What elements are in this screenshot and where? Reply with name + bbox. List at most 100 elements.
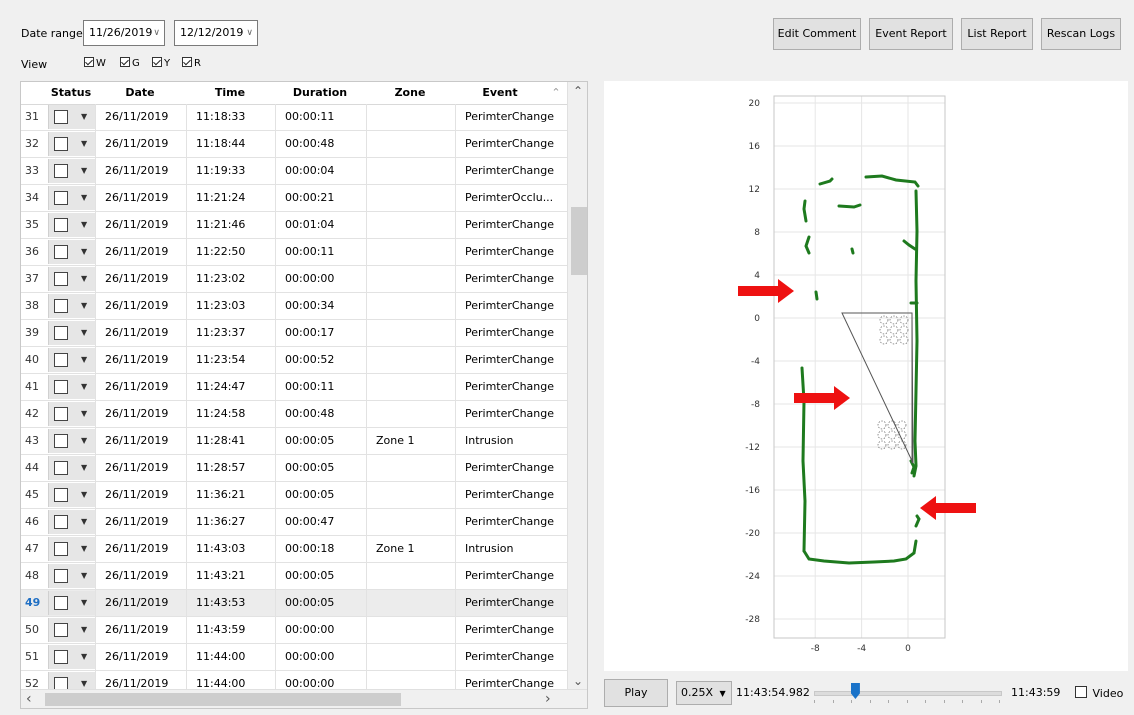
- dropdown-arrow-icon: ▼: [81, 220, 88, 229]
- status-checkbox[interactable]: [54, 569, 68, 583]
- horizontal-scroll-thumb[interactable]: [45, 693, 401, 706]
- status-dropdown[interactable]: ▼: [48, 294, 95, 318]
- table-row[interactable]: 38 26/11/2019 11:23:03 00:00:34 PerimterChan…: [21, 293, 569, 320]
- status-dropdown[interactable]: ▼: [48, 321, 95, 345]
- table-row[interactable]: 42 26/11/2019 11:24:58 00:00:48 PerimterChan…: [21, 401, 569, 428]
- table-row[interactable]: 47 26/11/2019 11:43:03 00:00:18 Zone 1 Intrus…: [21, 536, 569, 563]
- status-checkbox[interactable]: [54, 110, 68, 124]
- status-dropdown[interactable]: ▼: [48, 348, 95, 372]
- table-row[interactable]: 31 26/11/2019 11:18:33 00:00:11 PerimterChan…: [21, 104, 569, 131]
- status-checkbox[interactable]: [54, 650, 68, 664]
- table-row[interactable]: 43 26/11/2019 11:28:41 00:00:05 Zone 1 Intrus…: [21, 428, 569, 455]
- status-dropdown[interactable]: ▼: [48, 510, 95, 534]
- status-dropdown[interactable]: ▼: [48, 618, 95, 642]
- status-checkbox[interactable]: [54, 488, 68, 502]
- status-dropdown[interactable]: ▼: [48, 402, 95, 426]
- scroll-up-icon[interactable]: ⌃: [573, 84, 583, 98]
- horizontal-scrollbar[interactable]: ‹ ›: [21, 689, 587, 708]
- status-checkbox[interactable]: [54, 272, 68, 286]
- status-dropdown[interactable]: ▼: [48, 483, 95, 507]
- table-row[interactable]: 34 26/11/2019 11:21:24 00:00:21 PerimterOccl…: [21, 185, 569, 212]
- table-row[interactable]: 39 26/11/2019 11:23:37 00:00:17 PerimterChan…: [21, 320, 569, 347]
- status-checkbox[interactable]: [54, 191, 68, 205]
- view-checkbox-label: Y: [164, 58, 171, 69]
- edit-comment-button[interactable]: Edit Comment: [773, 18, 861, 50]
- table-row[interactable]: 50 26/11/2019 11:43:59 00:00:00 PerimterChan…: [21, 617, 569, 644]
- slider-thumb[interactable]: [850, 683, 860, 699]
- dropdown-arrow-icon: ▼: [81, 274, 88, 283]
- event-cell: PerimterChange: [465, 488, 555, 501]
- status-checkbox[interactable]: [54, 434, 68, 448]
- vertical-scroll-thumb[interactable]: [571, 207, 587, 275]
- column-header-duration[interactable]: Duration: [275, 82, 365, 104]
- table-row[interactable]: 44 26/11/2019 11:28:57 00:00:05 PerimterChan…: [21, 455, 569, 482]
- table-row[interactable]: 37 26/11/2019 11:23:02 00:00:00 PerimterChan…: [21, 266, 569, 293]
- video-checkbox[interactable]: Video: [1075, 686, 1123, 700]
- status-checkbox[interactable]: [54, 299, 68, 313]
- table-row[interactable]: 32 26/11/2019 11:18:44 00:00:48 PerimterChan…: [21, 131, 569, 158]
- event-report-button[interactable]: Event Report: [869, 18, 953, 50]
- status-checkbox[interactable]: [54, 623, 68, 637]
- table-row[interactable]: 51 26/11/2019 11:44:00 00:00:00 PerimterChan…: [21, 644, 569, 671]
- table-row[interactable]: 33 26/11/2019 11:19:33 00:00:04 PerimterChan…: [21, 158, 569, 185]
- play-button[interactable]: Play: [604, 679, 668, 707]
- vertical-scrollbar[interactable]: ⌃ ⌄: [567, 82, 587, 692]
- view-checkbox-g[interactable]: G: [120, 57, 140, 69]
- status-checkbox[interactable]: [54, 407, 68, 421]
- table-row[interactable]: 40 26/11/2019 11:23:54 00:00:52 PerimterChan…: [21, 347, 569, 374]
- status-checkbox[interactable]: [54, 164, 68, 178]
- status-checkbox[interactable]: [54, 515, 68, 529]
- status-dropdown[interactable]: ▼: [48, 375, 95, 399]
- status-checkbox[interactable]: [54, 461, 68, 475]
- status-checkbox[interactable]: [54, 137, 68, 151]
- scroll-left-icon[interactable]: ‹: [26, 690, 32, 708]
- status-dropdown[interactable]: ▼: [48, 429, 95, 453]
- status-dropdown[interactable]: ▼: [48, 159, 95, 183]
- status-checkbox[interactable]: [54, 380, 68, 394]
- status-dropdown[interactable]: ▼: [48, 213, 95, 237]
- column-header-zone[interactable]: Zone: [366, 82, 454, 104]
- status-dropdown[interactable]: ▼: [48, 564, 95, 588]
- status-dropdown[interactable]: ▼: [48, 240, 95, 264]
- table-row[interactable]: 48 26/11/2019 11:43:21 00:00:05 PerimterChan…: [21, 563, 569, 590]
- list-report-button[interactable]: List Report: [961, 18, 1033, 50]
- time-cell: 11:22:50: [196, 245, 246, 258]
- table-row[interactable]: 46 26/11/2019 11:36:27 00:00:47 PerimterChan…: [21, 509, 569, 536]
- status-checkbox[interactable]: [54, 542, 68, 556]
- column-header-date[interactable]: Date: [95, 82, 185, 104]
- status-checkbox[interactable]: [54, 245, 68, 259]
- status-checkbox[interactable]: [54, 326, 68, 340]
- date-from-picker[interactable]: 11/26/2019 ∨: [83, 20, 165, 46]
- column-header-status[interactable]: Status: [48, 82, 94, 104]
- status-dropdown[interactable]: ▼: [48, 591, 95, 615]
- zone-cell: [376, 509, 462, 535]
- status-checkbox[interactable]: [54, 596, 68, 610]
- status-dropdown[interactable]: ▼: [48, 267, 95, 291]
- view-checkbox-r[interactable]: R: [182, 57, 201, 69]
- status-dropdown[interactable]: ▼: [48, 645, 95, 669]
- date-to-picker[interactable]: 12/12/2019 ∨: [174, 20, 258, 46]
- view-checkbox-w[interactable]: W: [84, 57, 106, 69]
- table-row[interactable]: 49 26/11/2019 11:43:53 00:00:05 PerimterChan…: [21, 590, 569, 617]
- status-dropdown[interactable]: ▼: [48, 537, 95, 561]
- table-row[interactable]: 45 26/11/2019 11:36:21 00:00:05 PerimterChan…: [21, 482, 569, 509]
- column-header-time[interactable]: Time: [186, 82, 274, 104]
- speed-dropdown[interactable]: 0.25X ▼: [676, 681, 732, 705]
- timeline-slider[interactable]: [814, 683, 1002, 707]
- table-row[interactable]: 35 26/11/2019 11:21:46 00:01:04 PerimterChan…: [21, 212, 569, 239]
- view-checkbox-y[interactable]: Y: [152, 57, 170, 69]
- scroll-right-icon[interactable]: ›: [545, 690, 551, 708]
- status-dropdown[interactable]: ▼: [48, 105, 95, 129]
- status-dropdown[interactable]: ▼: [48, 456, 95, 480]
- status-checkbox[interactable]: [54, 218, 68, 232]
- column-divider: [366, 590, 367, 616]
- scroll-down-icon[interactable]: ⌄: [573, 674, 583, 688]
- status-checkbox[interactable]: [54, 353, 68, 367]
- status-dropdown[interactable]: ▼: [48, 186, 95, 210]
- rescan-logs-button[interactable]: Rescan Logs: [1041, 18, 1121, 50]
- column-header-event[interactable]: Event: [455, 82, 545, 104]
- table-row[interactable]: 36 26/11/2019 11:22:50 00:00:11 PerimterChan…: [21, 239, 569, 266]
- perimeter-segment: [914, 514, 921, 528]
- status-dropdown[interactable]: ▼: [48, 132, 95, 156]
- table-row[interactable]: 41 26/11/2019 11:24:47 00:00:11 PerimterChan…: [21, 374, 569, 401]
